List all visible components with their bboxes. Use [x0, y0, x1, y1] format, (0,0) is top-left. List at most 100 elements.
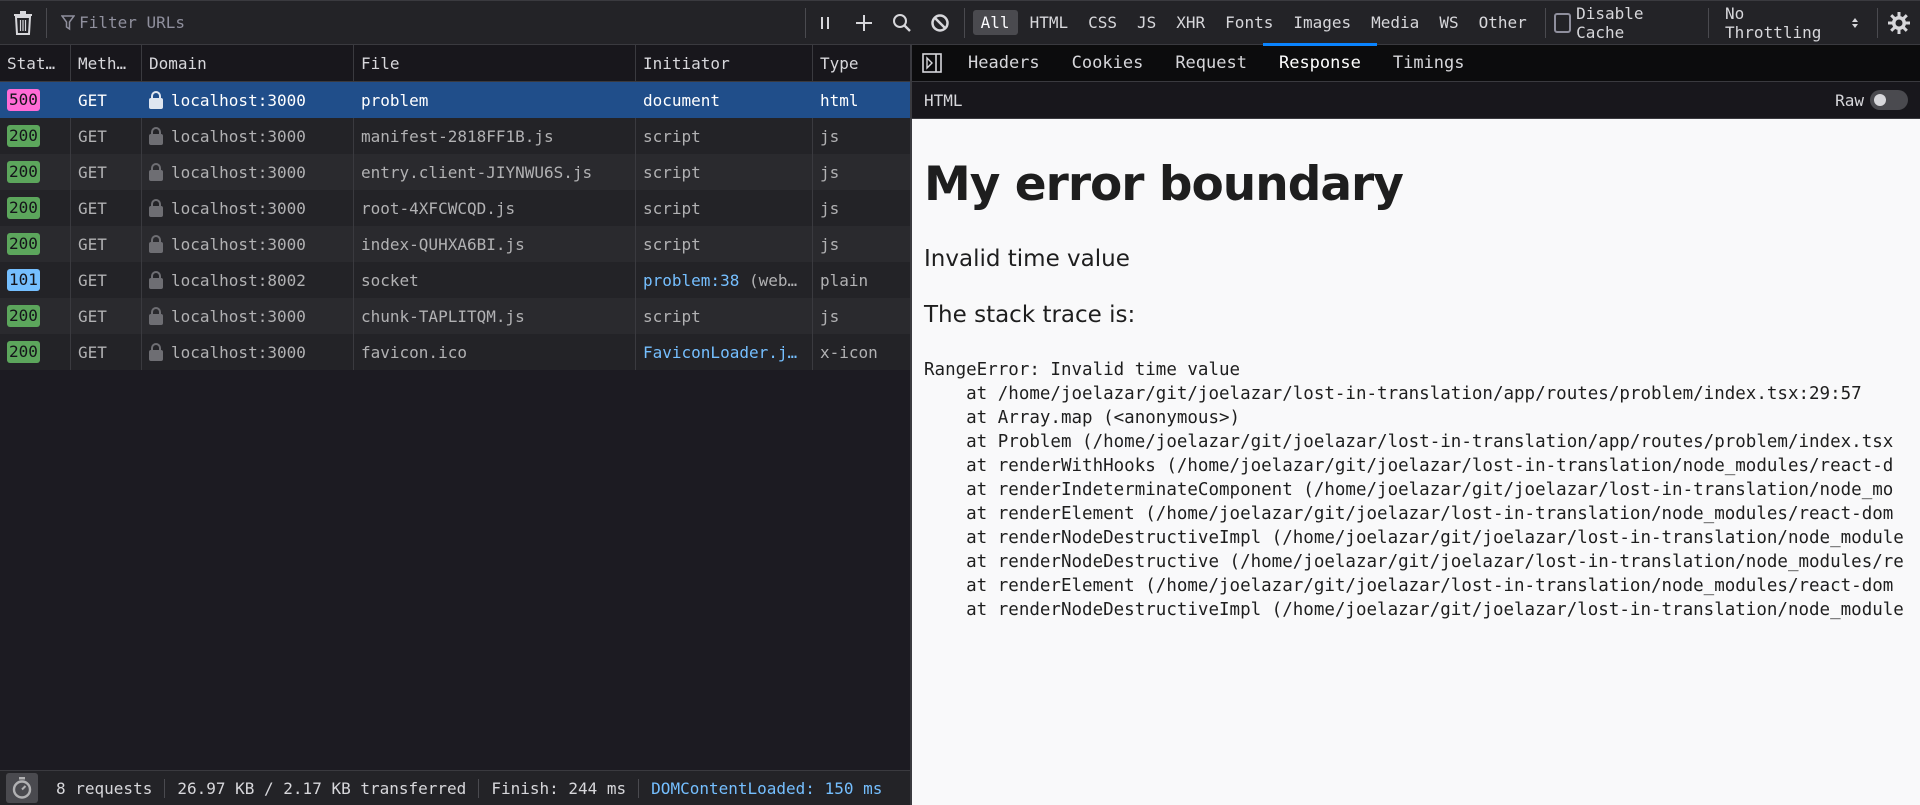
updown-chevron-icon	[1852, 17, 1859, 28]
file-cell: index-QUHXA6BI.js	[354, 226, 636, 262]
type-filter-media[interactable]: Media	[1363, 10, 1427, 35]
status-cell: 101	[0, 262, 71, 298]
domain-cell: localhost:3000	[142, 298, 354, 334]
tab-headers[interactable]: Headers	[952, 45, 1056, 82]
domain-cell: localhost:8002	[142, 262, 354, 298]
request-row[interactable]: 101 GET localhost:8002 socket problem:38 (we…	[0, 262, 910, 298]
file-cell: root-4XFCWCQD.js	[354, 190, 636, 226]
file-cell: entry.client-JIYNWU6S.js	[354, 154, 636, 190]
response-format-label: HTML	[924, 90, 963, 110]
pause-button[interactable]	[806, 1, 844, 45]
type-filter-ws[interactable]: WS	[1431, 10, 1466, 35]
type-filter-js[interactable]: JS	[1129, 10, 1164, 35]
type-filter-html[interactable]: HTML	[1022, 10, 1077, 35]
type-cell: plain	[820, 270, 869, 290]
request-row[interactable]: 200 GET localhost:3000 root-4XFCWCQD.js scri…	[0, 190, 910, 226]
type-cell: js	[820, 306, 840, 326]
initiator-link[interactable]: problem:38	[643, 271, 739, 290]
domain-text: localhost:3000	[171, 234, 306, 254]
type-cell: x-icon	[820, 342, 878, 362]
status-badge: 200	[7, 161, 40, 183]
stack-trace-label: The stack trace is:	[924, 302, 1136, 328]
block-requests-button[interactable]	[921, 1, 959, 45]
performance-analysis-button[interactable]	[6, 773, 38, 803]
lock-icon	[149, 271, 163, 289]
column-header-status[interactable]: Stat…	[0, 45, 71, 81]
tab-timings[interactable]: Timings	[1377, 45, 1481, 82]
method-cell: GET	[71, 298, 142, 334]
file-cell: favicon.ico	[354, 334, 636, 370]
column-header-method[interactable]: Meth…	[71, 45, 142, 81]
column-header-file[interactable]: File	[354, 45, 636, 81]
initiator-text: script	[643, 306, 701, 326]
lock-icon	[149, 343, 163, 361]
method-cell: GET	[71, 334, 142, 370]
status-cell: 200	[0, 154, 71, 190]
request-row[interactable]: 500 GET localhost:3000 problem document html	[0, 82, 910, 118]
status-badge: 200	[7, 197, 40, 219]
request-row[interactable]: 200 GET localhost:3000 favicon.ico FaviconLo…	[0, 334, 910, 370]
domain-cell: localhost:3000	[142, 154, 354, 190]
type-cell: html	[820, 90, 859, 110]
initiator-link[interactable]: FaviconLoader.j…	[643, 343, 797, 362]
type-filter-other[interactable]: Other	[1471, 10, 1535, 35]
status-cell: 200	[0, 334, 71, 370]
domain-cell: localhost:3000	[142, 226, 354, 262]
divider	[1544, 7, 1546, 38]
type-filter-css[interactable]: CSS	[1080, 10, 1125, 35]
toggle-sidebar-button[interactable]	[912, 45, 952, 82]
throttling-select[interactable]: No Throttling	[1725, 4, 1859, 42]
status-badge: 500	[7, 89, 40, 111]
tab-cookies[interactable]: Cookies	[1056, 45, 1160, 82]
transferred-size: 26.97 KB / 2.17 KB transferred	[165, 778, 480, 798]
clear-button[interactable]	[0, 1, 46, 45]
column-header-type[interactable]: Type	[813, 45, 910, 81]
initiator-text: script	[643, 126, 701, 146]
divider	[963, 7, 965, 38]
domain-cell: localhost:3000	[142, 118, 354, 154]
initiator-cell: script	[636, 298, 813, 334]
type-filter-all[interactable]: All	[972, 10, 1018, 35]
request-row[interactable]: 200 GET localhost:3000 manifest-2818FF1B.js…	[0, 118, 910, 154]
raw-toggle-switch[interactable]	[1870, 90, 1908, 110]
details-tabs: Headers Cookies Request Response Timings	[912, 42, 1920, 82]
status-cell: 200	[0, 118, 71, 154]
settings-button[interactable]	[1878, 1, 1920, 45]
tab-response[interactable]: Response	[1262, 42, 1377, 82]
request-row[interactable]: 200 GET localhost:3000 chunk-TAPLITQM.js scr…	[0, 298, 910, 334]
tab-list: Headers Cookies Request Response Timings	[952, 42, 1481, 82]
checkbox-box[interactable]	[1553, 12, 1572, 33]
column-header-domain[interactable]: Domain	[142, 45, 354, 81]
search-button[interactable]	[883, 1, 921, 45]
lock-icon	[149, 307, 163, 325]
initiator-cell: script	[636, 226, 813, 262]
domain-text: localhost:3000	[171, 306, 306, 326]
type-filter-images[interactable]: Images	[1285, 10, 1359, 35]
file-cell: chunk-TAPLITQM.js	[354, 298, 636, 334]
method-cell: GET	[71, 226, 142, 262]
request-row[interactable]: 200 GET localhost:3000 entry.client-JIYNWU6…	[0, 154, 910, 190]
raw-toggle[interactable]: Raw	[1835, 90, 1908, 110]
tab-request[interactable]: Request	[1159, 45, 1263, 82]
network-toolbar: AllHTMLCSSJSXHRFontsImagesMediaWSOther D…	[0, 0, 1920, 45]
filter-urls-input[interactable]	[79, 13, 720, 32]
add-request-button[interactable]	[844, 1, 882, 45]
request-count: 8 requests	[44, 778, 166, 798]
plus-icon	[855, 14, 872, 31]
initiator-text: script	[643, 162, 701, 182]
filter-urls-field[interactable]	[47, 1, 720, 44]
type-filter-fonts[interactable]: Fonts	[1217, 10, 1281, 35]
error-message: Invalid time value	[924, 246, 1130, 272]
initiator-cell: script	[636, 190, 813, 226]
request-row[interactable]: 200 GET localhost:3000 index-QUHXA6BI.js scr…	[0, 226, 910, 262]
domain-text: localhost:3000	[171, 162, 306, 182]
method-cell: GET	[71, 190, 142, 226]
disable-cache-checkbox[interactable]: Disable Cache	[1553, 4, 1696, 42]
response-heading: My error boundary	[924, 157, 1404, 212]
type-filter-xhr[interactable]: XHR	[1168, 10, 1213, 35]
method-cell: GET	[71, 118, 142, 154]
table-header: Stat… Meth… Domain File Initiator Type	[0, 45, 910, 82]
search-icon	[893, 13, 911, 32]
column-header-initiator[interactable]: Initiator	[636, 45, 813, 81]
domain-text: localhost:3000	[171, 198, 306, 218]
